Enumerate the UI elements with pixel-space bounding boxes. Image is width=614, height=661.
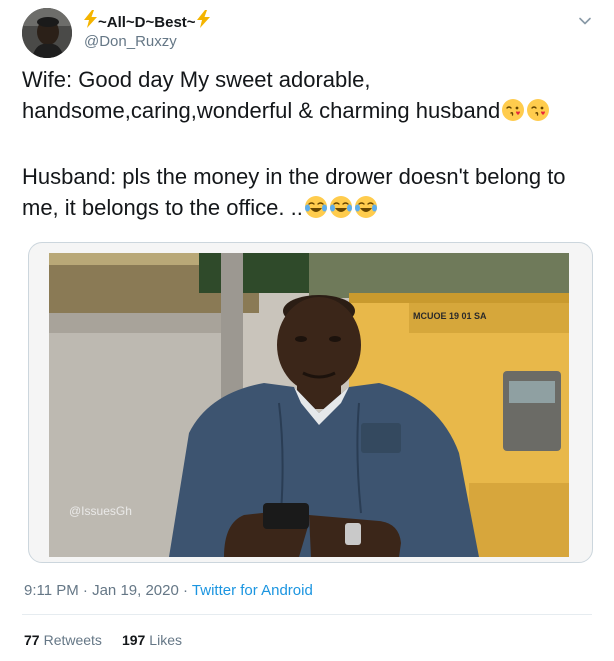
avatar[interactable] bbox=[22, 8, 72, 58]
display-name[interactable]: ~All~D~Best~ bbox=[98, 14, 196, 31]
kiss-face-emoji-icon bbox=[501, 98, 525, 130]
likes-stat[interactable]: 197 Likes bbox=[122, 632, 182, 648]
divider bbox=[22, 614, 592, 615]
lightning-bolt-icon bbox=[84, 10, 97, 34]
tears-of-joy-emoji-icon bbox=[329, 195, 353, 227]
likes-label: Likes bbox=[149, 632, 182, 648]
generator-label: MCUOE 19 01 SA bbox=[413, 311, 487, 321]
meta-separator: · bbox=[183, 582, 189, 599]
user-handle[interactable]: @Don_Ruxzy bbox=[84, 33, 177, 50]
likes-count: 197 bbox=[121, 632, 146, 648]
retweets-label: Retweets bbox=[43, 632, 102, 648]
watermark-text: @IssuesGh bbox=[69, 504, 132, 518]
name-row: ~All~D~Best~ bbox=[84, 10, 210, 34]
tweet-card: ~All~D~Best~ @Don_Ruxzy Wife: Good day M… bbox=[0, 0, 614, 661]
tweet-source-link[interactable]: Twitter for Android bbox=[192, 582, 313, 599]
husband-text: Husband: pls the money in the drower doe… bbox=[22, 164, 566, 220]
tweet-line-husband: Husband: pls the money in the drower doe… bbox=[22, 161, 597, 227]
tears-of-joy-emoji-icon bbox=[304, 195, 328, 227]
media-attachment[interactable]: MCUOE 19 01 SA @IssuesGh bbox=[28, 242, 593, 563]
tweet-date[interactable]: Jan 19, 2020 bbox=[92, 582, 179, 599]
tweet-text: Wife: Good day My sweet adorable, handso… bbox=[22, 64, 597, 227]
tweet-timestamp: 9:11 PM · Jan 19, 2020 · Twitter for And… bbox=[24, 582, 313, 599]
tears-of-joy-emoji-icon bbox=[354, 195, 378, 227]
retweets-stat[interactable]: 77 Retweets bbox=[24, 632, 102, 648]
tweet-line-wife: Wife: Good day My sweet adorable, handso… bbox=[22, 64, 597, 130]
lightning-bolt-icon bbox=[196, 10, 210, 34]
retweets-count: 77 bbox=[24, 632, 40, 648]
tweet-stats: 77 Retweets 197 Likes bbox=[24, 632, 182, 648]
meta-separator: · bbox=[82, 582, 88, 599]
wife-text: Wife: Good day My sweet adorable, handso… bbox=[22, 67, 501, 123]
avatar-image bbox=[22, 8, 72, 58]
chevron-down-icon[interactable] bbox=[576, 12, 594, 30]
tweet-time[interactable]: 9:11 PM bbox=[24, 582, 79, 599]
photo-image: MCUOE 19 01 SA @IssuesGh bbox=[49, 253, 569, 557]
photo[interactable]: MCUOE 19 01 SA @IssuesGh bbox=[49, 253, 569, 557]
kiss-face-emoji-icon bbox=[526, 98, 550, 130]
